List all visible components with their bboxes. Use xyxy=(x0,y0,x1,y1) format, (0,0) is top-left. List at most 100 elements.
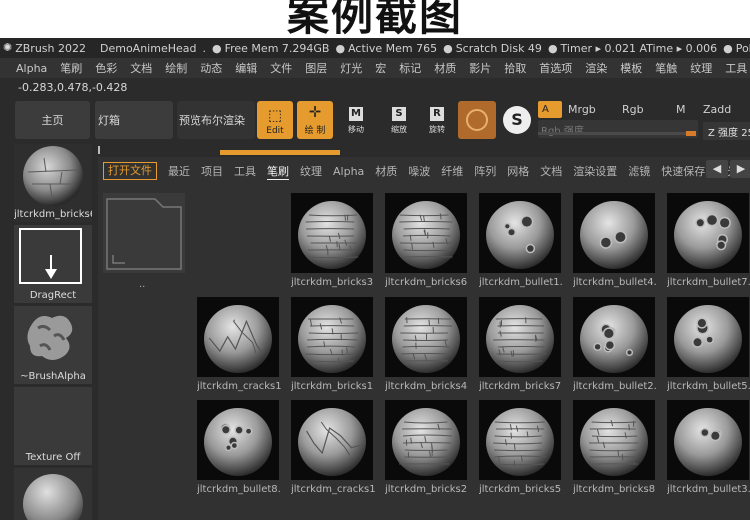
brush-sphere-icon xyxy=(298,201,366,269)
tab-item[interactable]: 渲染设置 xyxy=(573,163,617,179)
move-button[interactable]: M 移动 xyxy=(336,101,376,139)
alpha-thumb[interactable]: ~BrushAlpha xyxy=(14,306,92,384)
menu-item[interactable]: 笔刷 xyxy=(60,60,82,76)
menu-item[interactable]: 灯光 xyxy=(340,60,362,76)
mrgb-toggle[interactable]: Mrgb xyxy=(568,103,596,116)
rgb-toggle[interactable]: Rgb xyxy=(622,103,644,116)
menu-item[interactable]: 动态 xyxy=(200,60,222,76)
tab-item[interactable]: 文档 xyxy=(540,163,562,179)
thumbnail-image xyxy=(479,400,561,480)
menu-item[interactable]: 色彩 xyxy=(95,60,117,76)
menu-item[interactable]: Alpha xyxy=(16,62,47,75)
brush-label: jltcrkdm_bricks4 xyxy=(385,381,468,392)
zbrush-window: ✺ ZBrush 2022 DemoAnimeHead . ● Free Mem… xyxy=(0,38,750,520)
drag-arrow-icon xyxy=(45,255,57,279)
edit-button[interactable]: ⬚ Edit xyxy=(257,101,293,139)
document-name: DemoAnimeHead xyxy=(100,41,197,55)
title-bar: ✺ ZBrush 2022 DemoAnimeHead . ● Free Mem… xyxy=(0,38,750,58)
draw-button[interactable]: ✛ 绘 制 xyxy=(297,101,333,139)
lightbox-button[interactable]: 灯箱 xyxy=(95,101,173,139)
brush-sphere-icon xyxy=(486,201,554,269)
a-toggle[interactable]: A xyxy=(538,101,562,118)
tab-item[interactable]: 工具 xyxy=(234,163,256,179)
menu-item[interactable]: 文档 xyxy=(130,60,152,76)
polycount: PolyCount ▸ 107.881 KP xyxy=(735,41,750,55)
tab-item[interactable]: 最近 xyxy=(168,163,190,179)
tab-open-file[interactable]: 打开文件 xyxy=(103,162,157,180)
brush-name: jltcrkdm_bricks6 xyxy=(14,209,92,220)
tab-item[interactable]: 噪波 xyxy=(408,163,430,179)
status-dot-icon: ● xyxy=(443,41,453,55)
scale-label: 缩放 xyxy=(391,125,407,134)
menu-item[interactable]: 纹理 xyxy=(690,60,712,76)
bpr-render-button[interactable]: 预览布尔渲染 xyxy=(177,101,255,139)
prev-page-icon[interactable]: ◀ xyxy=(706,160,728,178)
tab-item[interactable]: 项目 xyxy=(201,163,223,179)
tab-item[interactable]: 笔刷 xyxy=(267,163,289,180)
folder-icon xyxy=(106,198,182,270)
texture-thumb[interactable]: Texture Off xyxy=(14,387,92,465)
menu-item[interactable]: 材质 xyxy=(434,60,456,76)
material-thumb[interactable] xyxy=(14,468,92,520)
material-sphere-icon xyxy=(23,474,83,520)
current-brush-thumb[interactable]: jltcrkdm_bricks6 xyxy=(14,144,92,222)
folder-thumb xyxy=(103,193,185,273)
tab-item[interactable]: 纹理 xyxy=(300,163,322,179)
thumbnail-image xyxy=(667,400,749,480)
rgb-intensity-slider[interactable]: Rgb 强度 xyxy=(538,120,698,138)
menu-item[interactable]: 首选项 xyxy=(539,60,572,76)
brush-sphere-icon xyxy=(392,408,460,476)
home-button[interactable]: 主页 xyxy=(15,101,90,139)
thumbnail-image xyxy=(291,193,373,273)
brush-label: jltcrkdm_cracks1 xyxy=(197,381,282,392)
tab-item[interactable]: 阵列 xyxy=(474,163,496,179)
scale-button[interactable]: S 缩放 xyxy=(379,101,419,139)
slider-track xyxy=(538,132,696,135)
tab-item[interactable]: 材质 xyxy=(375,163,397,179)
m-toggle[interactable]: M xyxy=(676,103,686,116)
menu-item[interactable]: 图层 xyxy=(305,60,327,76)
brush-sphere-icon xyxy=(204,408,272,476)
rotate-button[interactable]: R 旋转 xyxy=(417,101,457,139)
menu-item[interactable]: 编辑 xyxy=(235,60,257,76)
brush-sphere-icon xyxy=(580,305,648,373)
menu-item[interactable]: 模板 xyxy=(620,60,642,76)
slider-knob[interactable] xyxy=(686,131,696,136)
menu-item[interactable]: 绘制 xyxy=(165,60,187,76)
toolbar: 主页 灯箱 预览布尔渲染 ⬚ Edit ✛ 绘 制 M 移动 S 缩放 R 旋转… xyxy=(0,98,750,144)
tab-item[interactable]: 快速保存 xyxy=(661,163,705,179)
thumbnail-image xyxy=(197,297,279,377)
tab-item[interactable]: 纤维 xyxy=(441,163,463,179)
z-intensity-slider[interactable]: Z 强度 25 xyxy=(703,122,750,140)
menu-item[interactable]: 工具 xyxy=(725,60,747,76)
menu-item[interactable]: 影片 xyxy=(469,60,491,76)
brush-sphere-icon xyxy=(392,305,460,373)
brush-sphere-icon xyxy=(580,201,648,269)
brush-sphere-icon xyxy=(674,305,742,373)
brush-sphere-icon xyxy=(486,305,554,373)
tab-item[interactable]: Alpha xyxy=(333,165,364,178)
scratch-disk: Scratch Disk 49 xyxy=(455,41,542,55)
menu-bar: Alpha 笔刷 色彩 文档 绘制 动态 编辑 文件 图层 灯光宏标记 材质 影片 拾取 首选项 渲染 模板笔… xyxy=(0,58,750,78)
lightbox-panel: 打开文件 最近 项目 工具 笔刷 纹理 Alpha 材质 噪波 纤维 阵列 网格 文档 渲染设置 滤镜 快速保… xyxy=(98,157,750,520)
thumbnail-image xyxy=(385,400,467,480)
brush-label: jltcrkdm_bricks1 xyxy=(291,381,374,392)
menu-item[interactable]: 渲染 xyxy=(585,60,607,76)
menu-item[interactable]: 文件 xyxy=(270,60,292,76)
next-page-icon[interactable]: ▶ xyxy=(730,160,750,178)
sphere-material-icon[interactable]: S xyxy=(503,106,531,134)
menu-item[interactable]: 宏 xyxy=(375,60,386,76)
menu-item[interactable]: 标记 xyxy=(399,60,421,76)
material-button[interactable] xyxy=(458,101,496,139)
brush-sphere-icon xyxy=(23,146,83,206)
stroke-thumb[interactable]: DragRect xyxy=(14,225,92,303)
tab-item[interactable]: 网格 xyxy=(507,163,529,179)
menu-item[interactable]: 拾取 xyxy=(504,60,526,76)
brush-label: jltcrkdm_cracks1 xyxy=(291,484,376,495)
rotate-icon: R xyxy=(430,107,444,121)
free-mem: Free Mem 7.294GB xyxy=(224,41,330,55)
menu-item[interactable]: 笔触 xyxy=(655,60,677,76)
tab-item[interactable]: 滤镜 xyxy=(628,163,650,179)
zadd-toggle[interactable]: Zadd xyxy=(703,103,731,116)
thumbnail-image xyxy=(667,193,749,273)
